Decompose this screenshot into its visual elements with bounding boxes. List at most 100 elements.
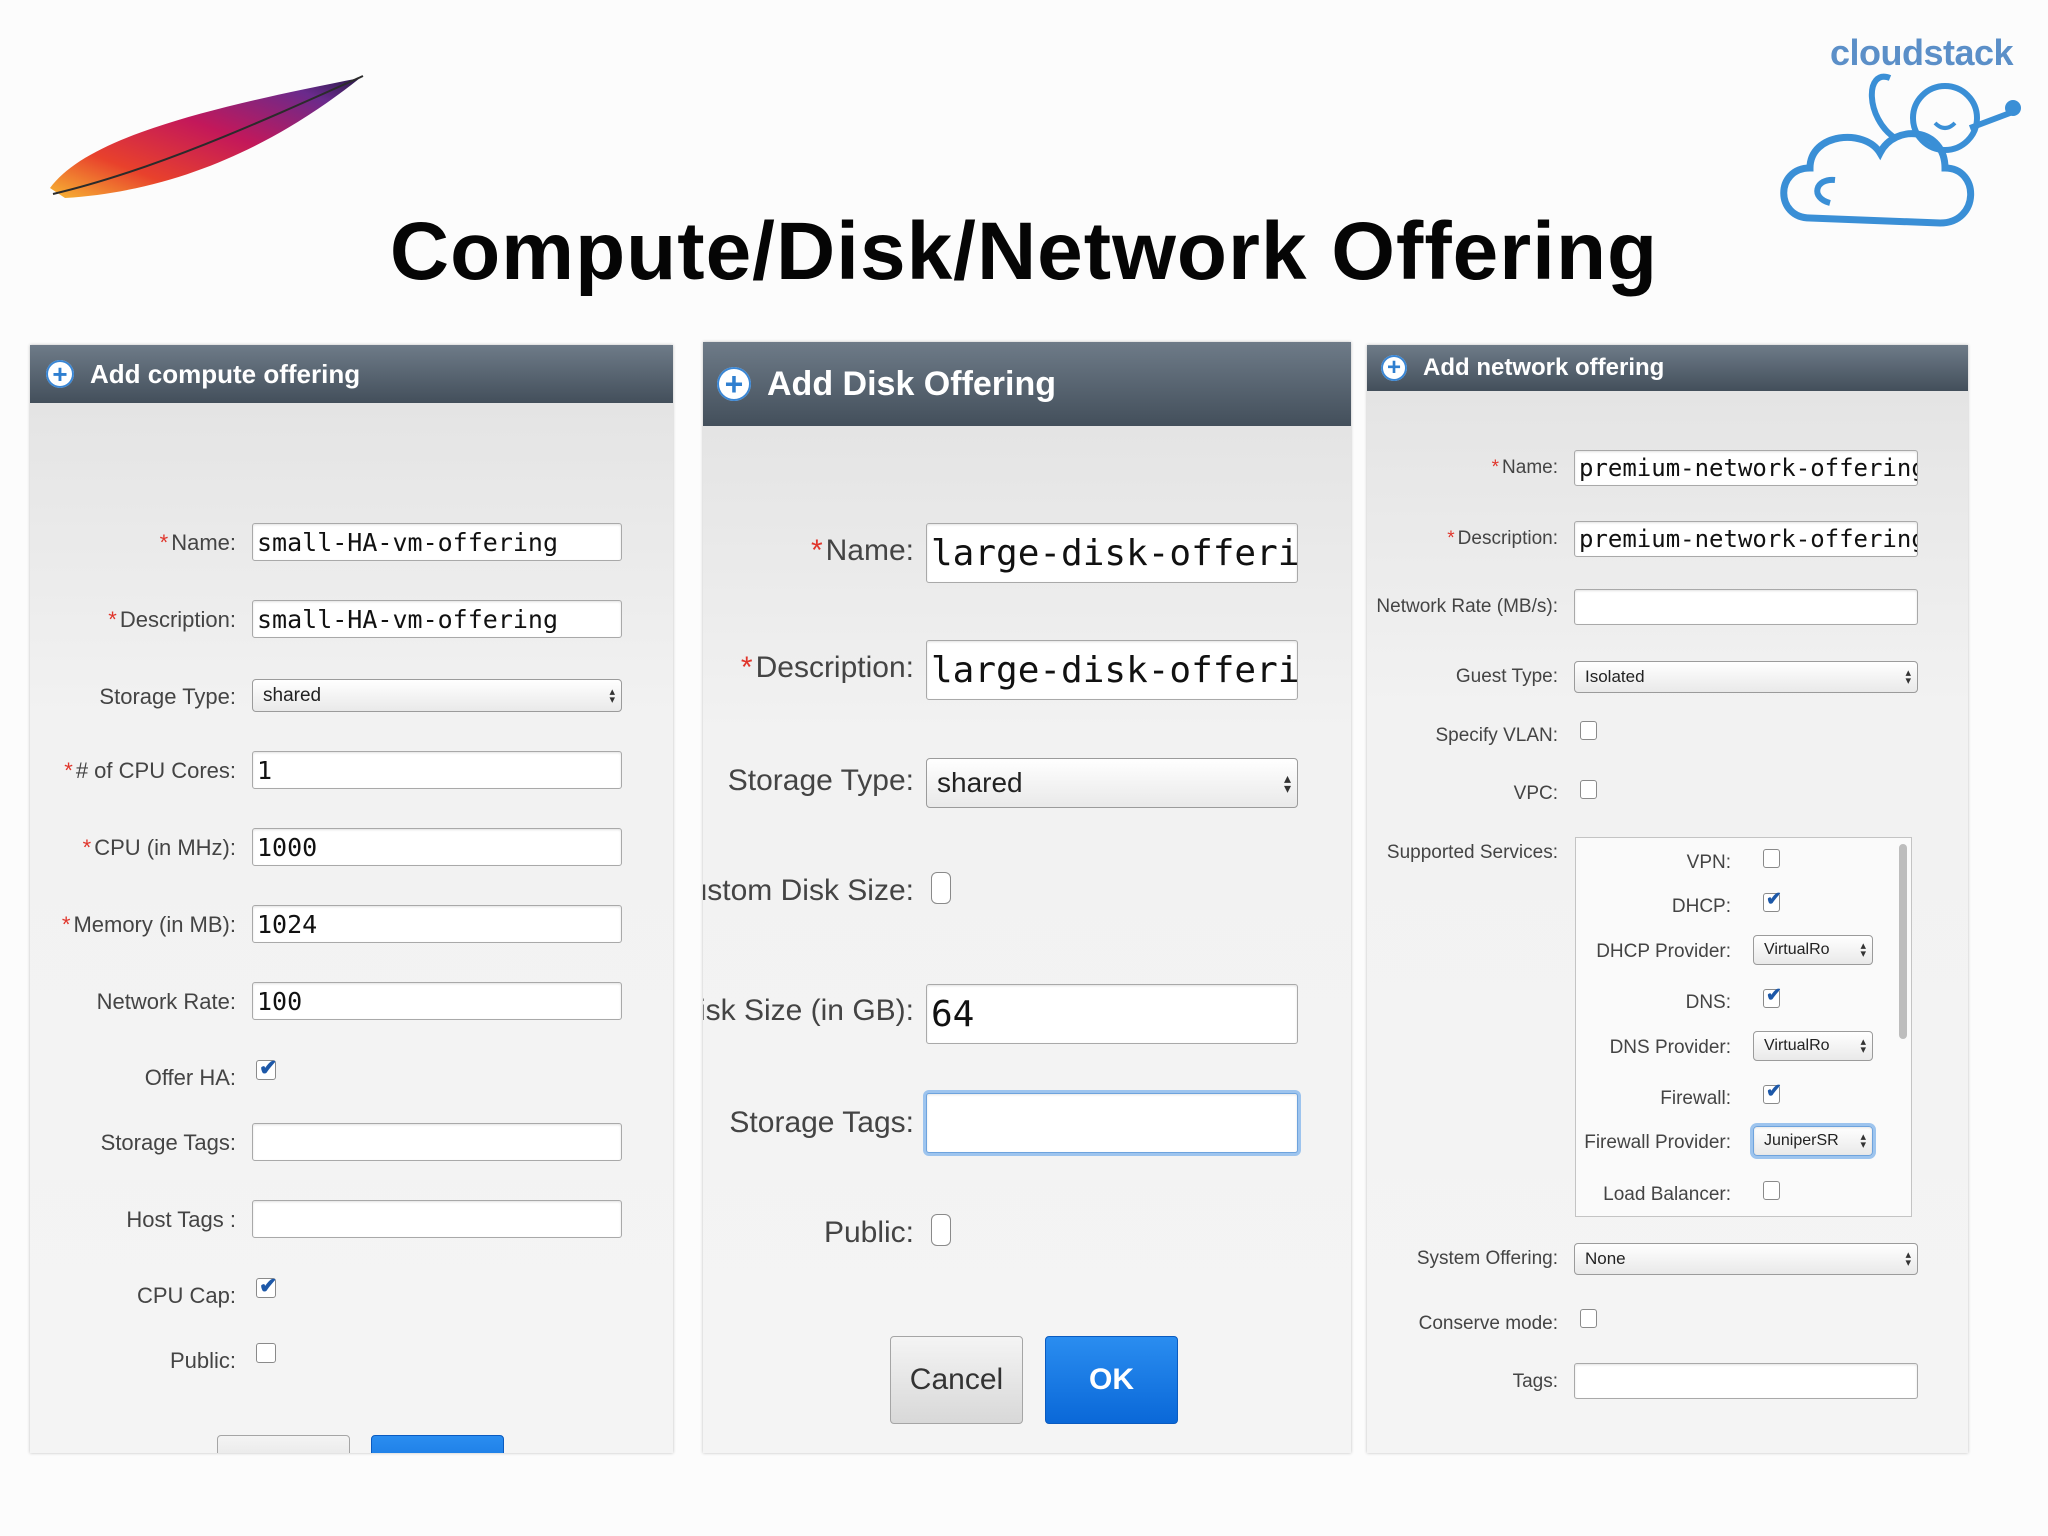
dhcp-checkbox[interactable] [1763,888,1782,912]
firewall-checkbox[interactable] [1763,1080,1782,1104]
public-label: Public: [823,1216,914,1249]
dhcp-provider-label: DHCP Provider: [1596,941,1731,962]
cpu-cap-checkbox[interactable] [256,1273,277,1299]
stepper-arrows-icon: ▴ ▾ [1905,1249,1911,1269]
disk-size-label: *Disk Size (in GB): [703,994,914,1027]
dialog-title: Add Disk Offering [767,364,1057,403]
storage-tags-input[interactable] [252,1123,622,1161]
storage-tags-label: Storage Tags: [729,1106,914,1139]
firewall-label: Firewall: [1660,1088,1731,1109]
stepper-arrows-icon: ▴ ▾ [1283,770,1291,796]
cpu-cores-label: * # of CPU Cores: [64,758,236,783]
scrollbar[interactable] [1899,844,1907,1039]
storage-type-select[interactable]: shared ▴ ▾ [252,679,622,712]
slide: cloudstack Compute/Disk/Network Offering… [0,0,2048,1536]
offer-ha-checkbox[interactable] [256,1055,277,1081]
tags-label: Tags: [1512,1371,1558,1392]
load-balancer-label: Load Balancer: [1603,1184,1731,1205]
specify-vlan-checkbox[interactable] [1580,721,1597,740]
conserve-mode-label: Conserve mode: [1418,1313,1558,1334]
cancel-button[interactable]: Cancel [217,1435,350,1453]
guest-type-select[interactable]: Isolated ▴ ▾ [1574,661,1918,693]
dhcp-label: DHCP: [1671,896,1731,917]
plus-icon: + [1381,354,1407,381]
dialog-body: *Name: large-disk-offering *Description:… [703,426,1351,1453]
ok-button[interactable]: OK [371,1435,504,1453]
plus-icon: + [717,366,751,402]
tags-input[interactable] [1574,1363,1918,1399]
custom-disk-size-label: Custom Disk Size: [703,874,914,907]
description-label: * Description: [108,607,236,632]
ok-button[interactable]: OK [1045,1336,1178,1424]
apache-feather-logo [50,75,364,198]
system-offering-label: System Offering: [1416,1248,1558,1269]
storage-tags-input[interactable] [926,1093,1298,1153]
dns-checkbox[interactable] [1763,984,1782,1008]
name-label: * Name: [810,534,914,567]
network-rate-input[interactable]: 100 [252,982,622,1020]
supported-services-panel: VPN: DHCP: DHCP Provider: VirtualRo▴▾ DN… [1575,837,1912,1217]
slide-title: Compute/Disk/Network Offering [389,206,1659,297]
name-input[interactable]: large-disk-offering [926,523,1298,583]
dialog-title: Add compute offering [90,358,361,389]
firewall-provider-label: Firewall Provider: [1584,1132,1731,1153]
guest-type-label: Guest Type: [1455,666,1558,687]
disk-size-input[interactable]: 64 [926,984,1298,1044]
name-input[interactable]: premium-network-offering [1574,450,1918,486]
supported-services-label: Supported Services: [1386,842,1558,863]
network-rate-input[interactable] [1574,589,1918,625]
cpu-cores-input[interactable]: 1 [252,751,622,789]
cpu-mhz-label: * CPU (in MHz): [82,835,236,860]
vpc-label: VPC: [1513,783,1558,804]
cpu-mhz-input[interactable]: 1000 [252,828,622,866]
cpu-cap-label: CPU Cap: [136,1283,236,1308]
stepper-arrows-icon: ▴ ▾ [609,685,615,706]
network-rate-label: Network Rate: [96,989,236,1014]
stepper-arrows-icon: ▴ ▾ [1860,1131,1866,1151]
public-checkbox[interactable] [931,1214,951,1246]
vpc-checkbox[interactable] [1580,780,1597,799]
dialog-header: + Add compute offering [30,345,673,403]
cancel-button[interactable]: Cancel [890,1336,1023,1424]
dns-provider-label: DNS Provider: [1609,1037,1731,1058]
description-input[interactable]: large-disk-offering [926,640,1298,700]
memory-input[interactable]: 1024 [252,905,622,943]
plus-icon: + [46,359,74,389]
dialog-body: * Name: small-HA-vm-offering * Description… [30,403,673,1453]
add-disk-offering-dialog: + Add Disk Offering * Name: large-disk-of… [703,342,1351,1453]
dhcp-provider-select[interactable]: VirtualRo ▴ ▾ [1753,935,1873,965]
name-label: * Name: [1491,457,1558,478]
conserve-mode-checkbox[interactable] [1580,1309,1597,1328]
custom-disk-size-checkbox[interactable] [931,872,951,904]
description-input[interactable]: premium-network-offering [1574,521,1918,557]
dns-provider-select[interactable]: VirtualRo ▴ ▾ [1753,1031,1873,1061]
system-offering-select[interactable]: None ▴ ▾ [1574,1243,1918,1275]
name-label: * Name: [159,530,236,555]
dialog-header: + Add Disk Offering [703,342,1351,426]
stepper-arrows-icon: ▴ ▾ [1905,667,1911,687]
public-label: Public: [169,1348,236,1373]
description-input[interactable]: small-HA-vm-offering [252,600,622,638]
dialog-header: + Add network offering [1367,345,1968,391]
storage-type-select[interactable]: shared ▴ ▾ [926,758,1298,808]
network-rate-label: Network Rate (MB/s): [1376,596,1558,617]
firewall-provider-select[interactable]: JuniperSR ▴ ▾ [1753,1126,1873,1156]
dns-label: DNS: [1685,992,1731,1013]
dialog-body: * Name: premium-network-offering * Descrip… [1367,391,1968,1453]
vpn-label: VPN: [1686,852,1731,873]
public-checkbox[interactable] [256,1343,276,1363]
add-compute-offering-dialog: + Add compute offering * Name: small-HA-v… [30,345,673,1453]
stepper-arrows-icon: ▴ ▾ [1860,940,1866,960]
load-balancer-checkbox[interactable] [1763,1181,1780,1200]
add-network-offering-dialog: + Add network offering * Name: premium-ne… [1367,345,1968,1453]
storage-tags-label: Storage Tags: [100,1130,236,1155]
offer-ha-label: Offer HA: [144,1065,236,1090]
dialog-title: Add network offering [1423,354,1665,381]
name-input[interactable]: small-HA-vm-offering [252,523,622,561]
host-tags-label: Host Tags : [126,1207,236,1232]
vpn-checkbox[interactable] [1763,849,1780,868]
host-tags-input[interactable] [252,1200,622,1238]
memory-label: * Memory (in MB): [61,912,236,937]
storage-type-label: Storage Type: [99,684,236,709]
stepper-arrows-icon: ▴ ▾ [1860,1036,1866,1056]
